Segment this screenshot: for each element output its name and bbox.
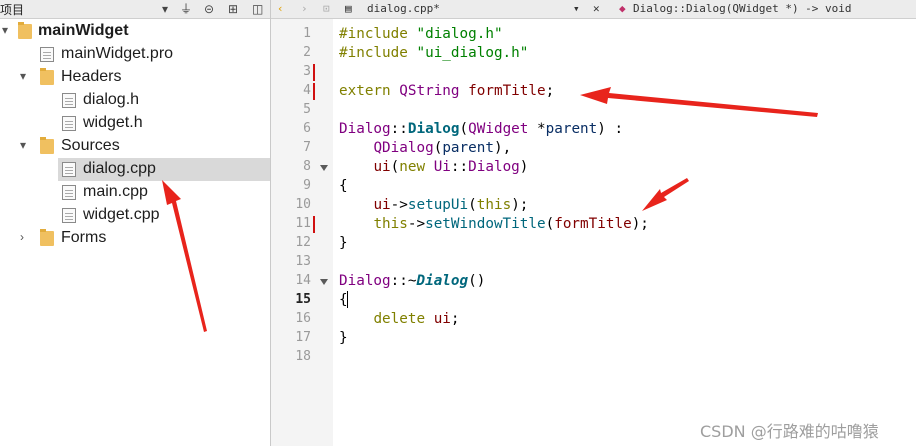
watermark: CSDN @行路难的咕噜猿 (700, 422, 879, 441)
arrow-to-dialog-cpp (162, 180, 207, 332)
arrow-to-extern (580, 87, 818, 117)
arrow-to-setwindowtitle (642, 178, 689, 211)
annotation-arrows (162, 87, 818, 332)
